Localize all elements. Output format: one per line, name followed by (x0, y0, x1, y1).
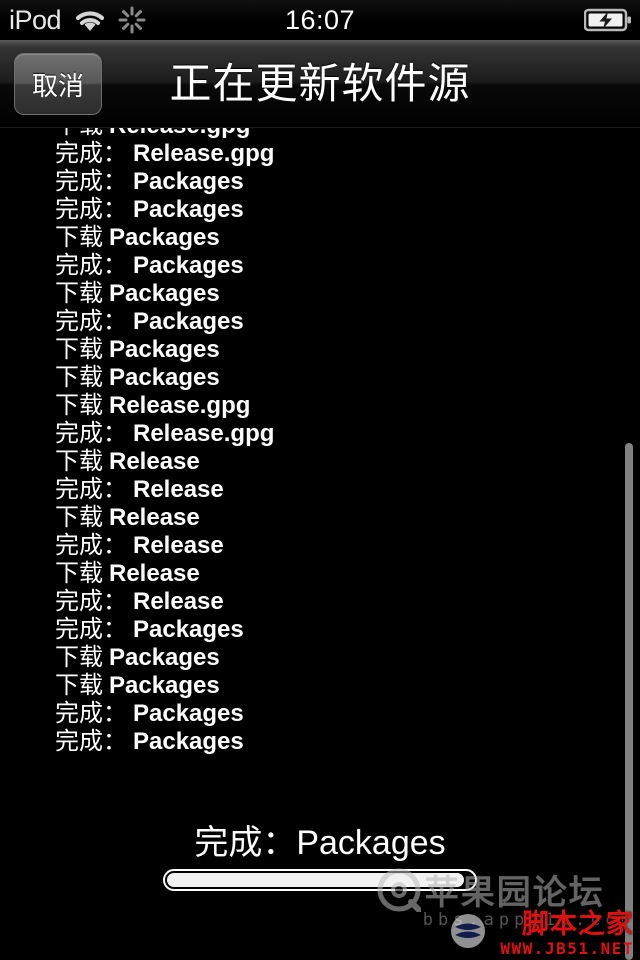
log-line-verb: 完成： (55, 728, 127, 755)
log-line-verb: 完成： (55, 168, 127, 195)
log-line: 完成： Packages (0, 308, 640, 336)
watermark-jb51-url: WWW.JB51.NET (500, 939, 634, 958)
log-line-filename: Release.gpg (133, 140, 275, 167)
log-line-verb: 完成： (55, 420, 127, 447)
log-line-filename: Packages (109, 280, 220, 307)
clock-label: 16:07 (284, 5, 356, 35)
log-line-filename: Release (133, 476, 224, 503)
log-line-filename: Release (133, 532, 224, 559)
page-title: 正在更新软件源 (169, 60, 471, 107)
log-line-verb: 完成： (55, 700, 127, 727)
log-line: 完成： Release.gpg (0, 420, 640, 448)
log-line: 下载 Packages (0, 280, 640, 308)
log-line-verb: 完成： (55, 196, 127, 223)
log-line-filename: Packages (133, 308, 244, 335)
log-line-filename: Packages (109, 644, 220, 671)
log-line: 下载 Packages (0, 224, 640, 252)
log-line-verb: 下载 (55, 644, 103, 671)
navigation-bar: 取消 正在更新软件源 (0, 40, 640, 128)
update-log-list: 下载Release.gpg完成：Release.gpg完成：Packages完成… (0, 128, 640, 756)
watermark-jb51-glyph-icon (448, 911, 488, 956)
log-line-verb: 下载 (55, 336, 103, 363)
log-line-filename: Release.gpg (109, 128, 250, 139)
log-line-filename: Packages (133, 168, 244, 195)
log-line: 完成： Packages (0, 196, 640, 224)
log-line-filename: Packages (109, 224, 220, 251)
log-line: 完成： Packages (0, 168, 640, 196)
log-line: 下载 Packages (0, 364, 640, 392)
log-line: 完成： Packages (0, 616, 640, 644)
log-line-filename: Packages (133, 196, 244, 223)
log-line-filename: Release (109, 560, 200, 587)
log-line: 完成： Release.gpg (0, 140, 640, 168)
log-line-filename: Packages (109, 364, 220, 391)
log-line-verb: 下载 (55, 392, 103, 419)
log-line-verb: 完成： (55, 476, 127, 503)
log-line: 下载 Release.gpg (0, 128, 640, 140)
log-line: 下载 Release (0, 504, 640, 532)
log-line-filename: Packages (133, 728, 244, 755)
log-line-filename: Packages (109, 672, 220, 699)
progress-bar-fill (167, 873, 464, 887)
log-line-verb: 下载 (55, 128, 103, 139)
log-line-verb: 下载 (55, 364, 103, 391)
battery-charging-icon (584, 0, 632, 40)
phone-screen: iPod 16:07 取消 正在更新软件源 完成： Release.gpg 完成… (0, 0, 640, 960)
log-line-verb: 完成： (55, 140, 127, 167)
log-line-verb: 下载 (55, 560, 103, 587)
log-line-verb: 下载 (55, 280, 103, 307)
log-line: 下载 Packages (0, 644, 640, 672)
log-line: 下载 Release (0, 448, 640, 476)
log-line-verb: 下载 (55, 504, 103, 531)
log-line-filename: Release (109, 504, 200, 531)
log-line: 下载Release.gpg (0, 392, 640, 420)
log-line-verb: 完成： (55, 252, 127, 279)
log-line: 完成： Packages (0, 700, 640, 728)
log-line-verb: 完成： (55, 532, 127, 559)
log-line-verb: 完成： (55, 588, 127, 615)
log-line: 完成： Packages (0, 252, 640, 280)
log-line-verb: 下载 (55, 672, 103, 699)
log-line: 完成： Release (0, 476, 640, 504)
log-line: 完成： Release (0, 532, 640, 560)
update-log-scroll-area[interactable]: 下载Release.gpg完成：Release.gpg完成：Packages完成… (0, 128, 640, 808)
log-line: 下载 Release (0, 560, 640, 588)
log-line-verb: 完成： (55, 616, 127, 643)
log-line-filename: Release.gpg (133, 420, 275, 447)
log-line: 下载 Packages (0, 672, 640, 700)
log-line: 完成： Release (0, 588, 640, 616)
log-line-filename: Packages (133, 700, 244, 727)
current-status-label: 完成：Packages (194, 824, 446, 862)
progress-bar (163, 869, 477, 891)
log-line-filename: Packages (133, 616, 244, 643)
log-line-filename: Release (133, 588, 224, 615)
log-line-filename: Release (109, 448, 200, 475)
log-line: 完成： Packages (0, 728, 640, 756)
status-bar: iPod 16:07 (0, 0, 640, 40)
log-line-filename: Packages (133, 252, 244, 279)
progress-footer: 完成：Packages (0, 808, 640, 918)
log-line-verb: 下载 (55, 448, 103, 475)
log-line-filename: Release.gpg (109, 392, 251, 419)
log-line-filename: Packages (109, 336, 220, 363)
log-line: 下载 Packages (0, 336, 640, 364)
log-line-verb: 下载 (55, 224, 103, 251)
log-line-verb: 完成： (55, 308, 127, 335)
